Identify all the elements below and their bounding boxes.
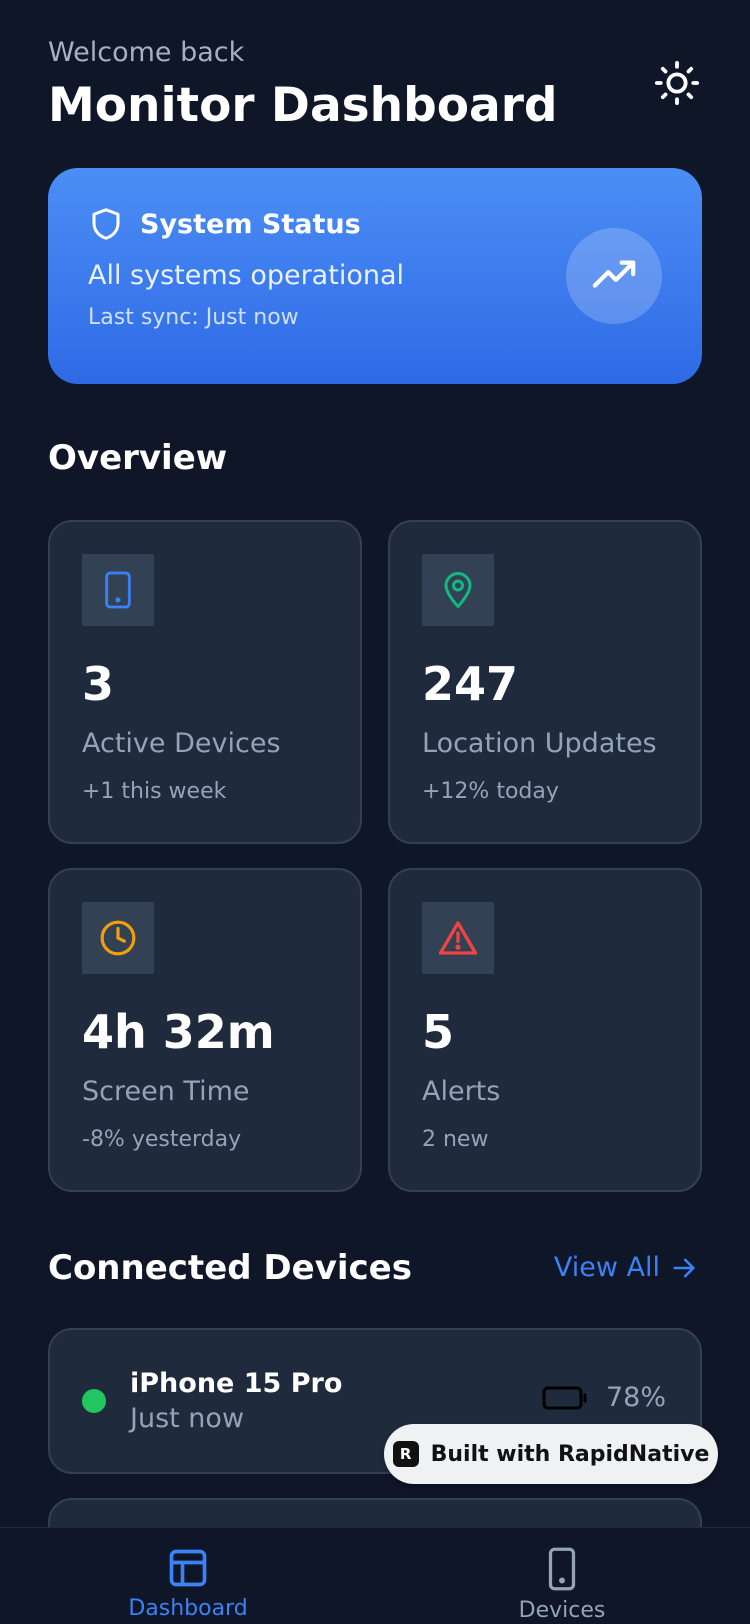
- rapidnative-logo-icon: R: [392, 1441, 419, 1467]
- welcome-text: Welcome back: [48, 37, 245, 68]
- stat-icon-box: [82, 554, 154, 626]
- device-info: iPhone 15 Pro Just now: [130, 1368, 342, 1434]
- stat-label: Location Updates: [422, 728, 657, 759]
- arrow-right-icon: [673, 1258, 695, 1277]
- trend-button[interactable]: [566, 228, 662, 324]
- stat-value: 4h 32m: [82, 1005, 275, 1059]
- last-sync-text: Last sync: Just now: [88, 305, 299, 330]
- stat-icon-box: [82, 902, 154, 974]
- stat-value: 247: [422, 657, 519, 711]
- layout-icon: [169, 1549, 207, 1587]
- status-header: System Status: [88, 206, 662, 242]
- phone-icon: [548, 1547, 576, 1591]
- map-pin-icon: [444, 572, 472, 609]
- stat-icon-box: [422, 902, 494, 974]
- stat-delta: 2 new: [422, 1127, 489, 1152]
- connected-devices-title: Connected Devices: [48, 1248, 412, 1288]
- battery-icon: [542, 1386, 587, 1409]
- bottom-tab-bar: Dashboard Devices: [0, 1527, 750, 1624]
- stat-value: 5: [422, 1005, 455, 1059]
- online-status-dot: [82, 1389, 106, 1413]
- alert-triangle-icon: [438, 921, 478, 955]
- stat-delta: +12% today: [422, 779, 559, 804]
- overview-title: Overview: [48, 438, 228, 478]
- page-title: Monitor Dashboard: [48, 78, 558, 133]
- theme-toggle-button[interactable]: [652, 58, 702, 108]
- phone-icon: [105, 571, 131, 609]
- stat-label: Alerts: [422, 1076, 501, 1107]
- status-title: System Status: [140, 208, 361, 240]
- tab-label: Devices: [518, 1598, 606, 1623]
- badge-text: Built with RapidNative: [430, 1441, 710, 1467]
- header: Welcome back Monitor Dashboard: [48, 36, 702, 136]
- stat-card-screen-time[interactable]: 4h 32m Screen Time -8% yesterday: [48, 868, 362, 1192]
- view-all-link[interactable]: View All: [554, 1252, 698, 1283]
- battery-level: 78%: [605, 1382, 666, 1413]
- stat-delta: +1 this week: [82, 779, 227, 804]
- shield-icon: [92, 208, 120, 240]
- system-status-card[interactable]: System Status All systems operational La…: [48, 168, 702, 384]
- tab-dashboard[interactable]: Dashboard: [88, 1546, 288, 1621]
- stat-card-alerts[interactable]: 5 Alerts 2 new: [388, 868, 702, 1192]
- clock-icon: [100, 920, 136, 956]
- trending-up-icon: [592, 260, 636, 288]
- device-last-seen: Just now: [130, 1403, 245, 1434]
- stat-label: Active Devices: [82, 728, 281, 759]
- stat-value: 3: [82, 657, 115, 711]
- tab-label: Dashboard: [128, 1596, 248, 1621]
- tab-devices[interactable]: Devices: [462, 1546, 662, 1623]
- built-with-badge[interactable]: R Built with RapidNative: [384, 1424, 718, 1484]
- battery-indicator: 78%: [542, 1382, 666, 1413]
- stat-card-active-devices[interactable]: 3 Active Devices +1 this week: [48, 520, 362, 844]
- stat-delta: -8% yesterday: [82, 1127, 242, 1152]
- stat-label: Screen Time: [82, 1076, 250, 1107]
- stat-card-location-updates[interactable]: 247 Location Updates +12% today: [388, 520, 702, 844]
- stat-icon-box: [422, 554, 494, 626]
- device-name: iPhone 15 Pro: [130, 1368, 343, 1399]
- view-all-label: View All: [553, 1252, 660, 1283]
- sun-icon: [654, 60, 700, 106]
